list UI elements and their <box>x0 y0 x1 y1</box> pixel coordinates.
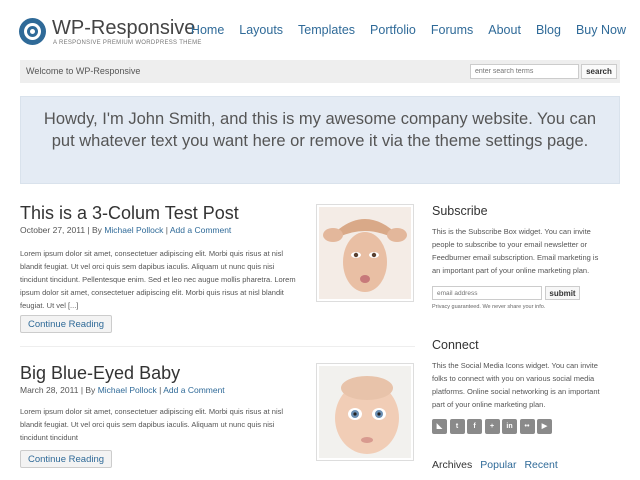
tab-recent[interactable]: Recent <box>524 459 557 471</box>
welcome-text: Welcome to WP-Responsive <box>26 66 141 76</box>
hero-banner: Howdy, I'm John Smith, and this is my aw… <box>20 96 620 184</box>
circular-logo-icon[interactable] <box>19 18 46 45</box>
post-divider <box>20 346 415 347</box>
search-button[interactable]: search <box>581 64 617 79</box>
post-thumbnail[interactable] <box>316 363 414 461</box>
post-title[interactable]: This is a 3-Colum Test Post <box>20 203 239 224</box>
subscribe-text: This is the Subscribe Box widget. You ca… <box>432 227 599 275</box>
tab-popular[interactable]: Popular <box>480 459 516 471</box>
welcome-bar: Welcome to WP-Responsive search <box>20 60 620 83</box>
post-thumbnail[interactable] <box>316 204 414 302</box>
nav-portfolio[interactable]: Portfolio <box>370 23 416 37</box>
flickr-icon[interactable]: •• <box>519 419 535 434</box>
post-excerpt: Lorem ipsum dolor sit amet, consectetuer… <box>20 407 284 442</box>
nav-blog[interactable]: Blog <box>536 23 561 37</box>
post-item: This is a 3-Colum Test Post October 27, … <box>20 203 415 343</box>
woman-face-image <box>319 207 411 299</box>
subscribe-title: Subscribe <box>432 204 488 218</box>
nav-layouts[interactable]: Layouts <box>239 23 283 37</box>
meta-by: | By <box>80 385 96 395</box>
add-comment-link[interactable]: Add a Comment <box>163 385 224 395</box>
nav-templates[interactable]: Templates <box>298 23 355 37</box>
post-meta: October 27, 2011 | By Michael Pollock | … <box>20 225 231 235</box>
post-author-link[interactable]: Michael Pollock <box>98 385 157 395</box>
post-author-link[interactable]: Michael Pollock <box>104 225 163 235</box>
post-meta: March 28, 2011 | By Michael Pollock | Ad… <box>20 385 225 395</box>
facebook-icon[interactable]: f <box>467 419 482 434</box>
meta-separator: | <box>165 225 168 235</box>
add-comment-link[interactable]: Add a Comment <box>170 225 231 235</box>
youtube-icon[interactable]: ▶ <box>537 419 552 434</box>
twitter-icon[interactable]: t <box>449 419 465 434</box>
rss-icon[interactable]: ◣ <box>432 419 447 434</box>
email-field[interactable] <box>432 286 542 300</box>
site-title[interactable]: WP-Responsive <box>52 17 195 40</box>
connect-title: Connect <box>432 338 479 352</box>
meta-separator: | <box>159 385 162 395</box>
linkedin-icon[interactable]: in <box>502 419 517 434</box>
nav-forums[interactable]: Forums <box>431 23 473 37</box>
nav-buy-now[interactable]: Buy Now <box>576 23 626 37</box>
continue-reading-button[interactable]: Continue Reading <box>20 315 112 333</box>
meta-by: | By <box>87 225 102 235</box>
social-icons: ◣ t f + in •• ▶ <box>432 419 552 434</box>
hero-text: Howdy, I'm John Smith, and this is my aw… <box>43 110 597 150</box>
site-header: WP-Responsive A RESPONSIVE PREMIUM WORDP… <box>0 0 640 58</box>
search-input[interactable] <box>470 64 579 79</box>
site-tagline: A RESPONSIVE PREMIUM WORDPRESS THEME <box>53 40 202 46</box>
submit-button[interactable]: submit <box>545 286 580 300</box>
privacy-note: Privacy guaranteed. We never share your … <box>432 304 546 310</box>
archive-tabs: Archives Popular Recent <box>432 459 558 471</box>
tab-archives[interactable]: Archives <box>432 459 472 471</box>
post-date: October 27, 2011 <box>20 225 86 235</box>
post-title[interactable]: Big Blue-Eyed Baby <box>20 363 180 384</box>
continue-reading-button[interactable]: Continue Reading <box>20 450 112 468</box>
nav-about[interactable]: About <box>488 23 521 37</box>
post-excerpt: Lorem ipsum dolor sit amet, consectetuer… <box>20 249 296 310</box>
main-nav: Home Layouts Templates Portfolio Forums … <box>176 23 626 37</box>
baby-face-image <box>319 366 411 458</box>
connect-text: This the Social Media Icons widget. You … <box>432 361 600 409</box>
nav-home[interactable]: Home <box>191 23 224 37</box>
post-date: March 28, 2011 <box>20 385 79 395</box>
post-item: Big Blue-Eyed Baby March 28, 2011 | By M… <box>20 363 415 473</box>
delicious-icon[interactable]: + <box>484 419 500 434</box>
